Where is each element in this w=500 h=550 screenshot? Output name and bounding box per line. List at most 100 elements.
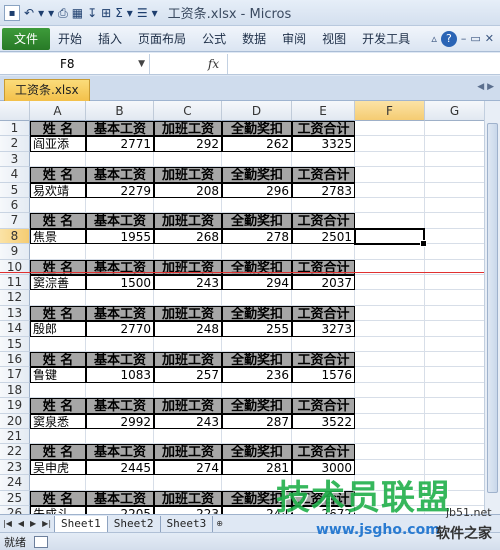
empty-cell[interactable] xyxy=(425,151,485,168)
row-header[interactable]: 9 xyxy=(0,244,30,260)
empty-cell[interactable] xyxy=(425,367,485,383)
save-icon[interactable]: ▪ xyxy=(4,4,20,21)
table-header-cell[interactable]: 基本工资 xyxy=(86,167,154,183)
table-data-cell[interactable]: 焦景 xyxy=(30,228,86,245)
table-data-cell[interactable]: 殷郎 xyxy=(30,321,86,337)
table-data-cell[interactable]: 2770 xyxy=(86,321,154,337)
table-data-cell[interactable]: 236 xyxy=(222,367,292,383)
table-data-cell[interactable]: 2205 xyxy=(86,506,154,514)
table-data-cell[interactable]: 257 xyxy=(154,367,222,383)
format-icon[interactable]: ▦ xyxy=(72,5,83,21)
table-header-cell[interactable]: 加班工资 xyxy=(154,398,222,414)
empty-cell[interactable] xyxy=(355,167,425,183)
empty-cell[interactable] xyxy=(222,198,292,214)
empty-cell[interactable] xyxy=(222,244,292,260)
empty-cell[interactable] xyxy=(222,429,292,445)
tab-view[interactable]: 视图 xyxy=(314,28,354,50)
redo-dropdown-icon[interactable]: ▾ xyxy=(48,5,54,21)
empty-cell[interactable] xyxy=(425,182,485,198)
table-header-cell[interactable]: 基本工资 xyxy=(86,352,154,368)
empty-cell[interactable] xyxy=(30,336,86,352)
col-header-d[interactable]: D xyxy=(222,101,292,121)
table-header-cell[interactable]: 加班工资 xyxy=(154,305,222,322)
empty-cell[interactable] xyxy=(425,228,485,245)
table-header-cell[interactable]: 工资合计 xyxy=(292,121,355,137)
table-header-cell[interactable]: 加班工资 xyxy=(154,490,222,506)
table-header-cell[interactable]: 基本工资 xyxy=(86,398,154,414)
row-header[interactable]: 3 xyxy=(0,151,30,168)
empty-cell[interactable] xyxy=(425,167,485,183)
table-header-cell[interactable]: 姓 名 xyxy=(30,398,86,414)
row-header[interactable]: 25 xyxy=(0,490,30,506)
empty-cell[interactable] xyxy=(425,444,485,460)
empty-cell[interactable] xyxy=(86,290,154,306)
empty-cell[interactable] xyxy=(292,198,355,214)
row-header[interactable]: 19 xyxy=(0,398,30,414)
empty-cell[interactable] xyxy=(355,198,425,214)
table-data-cell[interactable]: 274 xyxy=(154,459,222,476)
empty-cell[interactable] xyxy=(355,151,425,168)
row-header[interactable]: 5 xyxy=(0,182,30,198)
empty-cell[interactable] xyxy=(425,213,485,229)
table-data-cell[interactable]: 2501 xyxy=(292,228,355,245)
table-header-cell[interactable]: 加班工资 xyxy=(154,444,222,460)
empty-cell[interactable] xyxy=(154,336,222,352)
col-header-f[interactable]: F xyxy=(355,101,425,121)
table-header-cell[interactable]: 工资合计 xyxy=(292,213,355,229)
table-data-cell[interactable]: 易欢靖 xyxy=(30,182,86,198)
table-header-cell[interactable]: 工资合计 xyxy=(292,352,355,368)
empty-cell[interactable] xyxy=(86,429,154,445)
row-header[interactable]: 26 xyxy=(0,506,30,514)
help-icon[interactable]: ? xyxy=(440,30,457,47)
empty-cell[interactable] xyxy=(154,151,222,168)
empty-cell[interactable] xyxy=(292,429,355,445)
col-header-g[interactable]: G xyxy=(425,101,485,121)
table-data-cell[interactable]: 292 xyxy=(154,136,222,152)
table-data-cell[interactable]: 2992 xyxy=(86,413,154,429)
table-header-cell[interactable]: 工资合计 xyxy=(292,305,355,322)
tab-data[interactable]: 数据 xyxy=(234,28,274,50)
table-data-cell[interactable]: 243 xyxy=(154,275,222,291)
table-data-cell[interactable]: 243 xyxy=(154,413,222,429)
table-data-cell[interactable]: 268 xyxy=(154,228,222,245)
sheet-tab-sheet1[interactable]: Sheet1 xyxy=(54,515,108,532)
row-header[interactable]: 18 xyxy=(0,382,30,399)
table-data-cell[interactable]: 278 xyxy=(222,228,292,245)
empty-cell[interactable] xyxy=(425,398,485,414)
empty-cell[interactable] xyxy=(86,198,154,214)
empty-cell[interactable] xyxy=(222,290,292,306)
table-header-cell[interactable]: 全勤奖扣 xyxy=(222,305,292,322)
empty-cell[interactable] xyxy=(355,321,425,337)
row-header[interactable]: 8 xyxy=(0,228,30,245)
worksheet-grid[interactable]: A B C D E F G 1姓 名基本工资 加班工资 全勤奖扣 工资合计 2 阎亚添 27… xyxy=(0,101,500,514)
tab-page-layout[interactable]: 页面布局 xyxy=(130,28,194,50)
col-header-c[interactable]: C xyxy=(154,101,222,121)
table-header-cell[interactable]: 加班工资 xyxy=(154,352,222,368)
table-data-cell[interactable]: 2037 xyxy=(292,275,355,291)
empty-cell[interactable] xyxy=(154,244,222,260)
tab-formulas[interactable]: 公式 xyxy=(194,28,234,50)
tab-home[interactable]: 开始 xyxy=(50,28,90,50)
empty-cell[interactable] xyxy=(292,382,355,399)
table-header-cell[interactable]: 姓 名 xyxy=(30,121,86,137)
empty-cell[interactable] xyxy=(425,413,485,429)
table-data-cell[interactable]: 朱成斗 xyxy=(30,506,86,514)
row-header[interactable]: 14 xyxy=(0,321,30,337)
row-header[interactable]: 4 xyxy=(0,167,30,183)
table-data-cell[interactable]: 窦泉悉 xyxy=(30,413,86,429)
empty-cell[interactable] xyxy=(355,382,425,399)
table-data-cell[interactable]: 296 xyxy=(222,182,292,198)
empty-cell[interactable] xyxy=(355,275,425,291)
sheet-tab-sheet2[interactable]: Sheet2 xyxy=(108,515,161,532)
empty-cell[interactable] xyxy=(86,244,154,260)
table-data-cell[interactable]: 2445 xyxy=(86,459,154,476)
table-header-cell[interactable]: 姓 名 xyxy=(30,444,86,460)
row-header[interactable]: 24 xyxy=(0,475,30,491)
empty-cell[interactable] xyxy=(86,382,154,399)
empty-cell[interactable] xyxy=(30,244,86,260)
empty-cell[interactable] xyxy=(292,244,355,260)
empty-cell[interactable] xyxy=(425,198,485,214)
empty-cell[interactable] xyxy=(355,290,425,306)
undo-dropdown-icon[interactable]: ▾ xyxy=(38,5,44,21)
table-data-cell[interactable]: 208 xyxy=(154,182,222,198)
